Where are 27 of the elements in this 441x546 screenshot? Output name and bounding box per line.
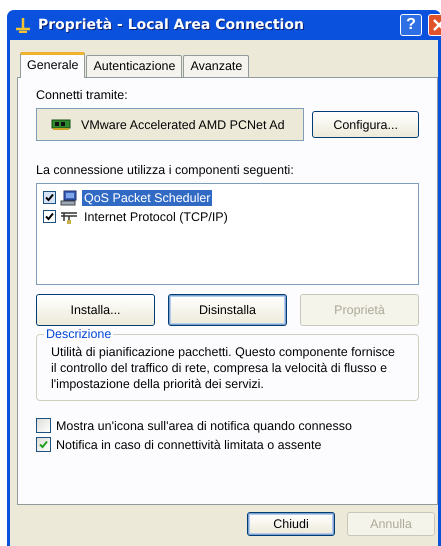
network-icon <box>14 17 32 33</box>
checkbox[interactable] <box>43 210 56 223</box>
check-icon <box>45 212 54 221</box>
tab[interactable]: Autenticazione <box>86 55 182 77</box>
section-label: La connessione utilizza i componenti seguenti: <box>36 163 295 177</box>
checkbox[interactable] <box>43 191 56 204</box>
network-card-icon <box>51 118 71 130</box>
computer-icon <box>60 190 78 206</box>
push-button[interactable]: Disinstalla <box>168 294 287 326</box>
adapter-field: VMware Accelerated AMD PCNet Ad <box>36 108 304 141</box>
list-item[interactable]: Internet Protocol (TCP/IP) <box>82 208 230 224</box>
tab[interactable]: Generale <box>20 52 86 78</box>
help-button[interactable]: ? <box>400 14 422 36</box>
checkbox[interactable] <box>36 437 51 452</box>
check-icon <box>38 439 49 450</box>
checkbox-label: Mostra un'icona sull'area di notifica quando connesso <box>56 418 352 432</box>
push-button[interactable]: Installa... <box>36 294 155 326</box>
description-text: Utilità di pianificazione pacchetti. Questo componente fornisce il controllo del traffico di rete, compresa la velocità di flusso e l'impostazione della priorità dei servizi. <box>51 344 396 392</box>
list-item[interactable]: QoS Packet Scheduler <box>82 190 212 206</box>
tab[interactable]: Avanzate <box>183 55 250 77</box>
check-icon <box>45 193 54 202</box>
window-title: Proprietà - Local Area Connection <box>38 17 305 33</box>
checkbox[interactable] <box>36 418 51 433</box>
push-button[interactable]: Chiudi <box>247 512 335 536</box>
push-button[interactable]: Configura... <box>312 111 419 138</box>
checkbox-label: Notifica in caso di connettività limitata o assente <box>56 438 322 452</box>
section-label: Connetti tramite: <box>36 88 129 102</box>
